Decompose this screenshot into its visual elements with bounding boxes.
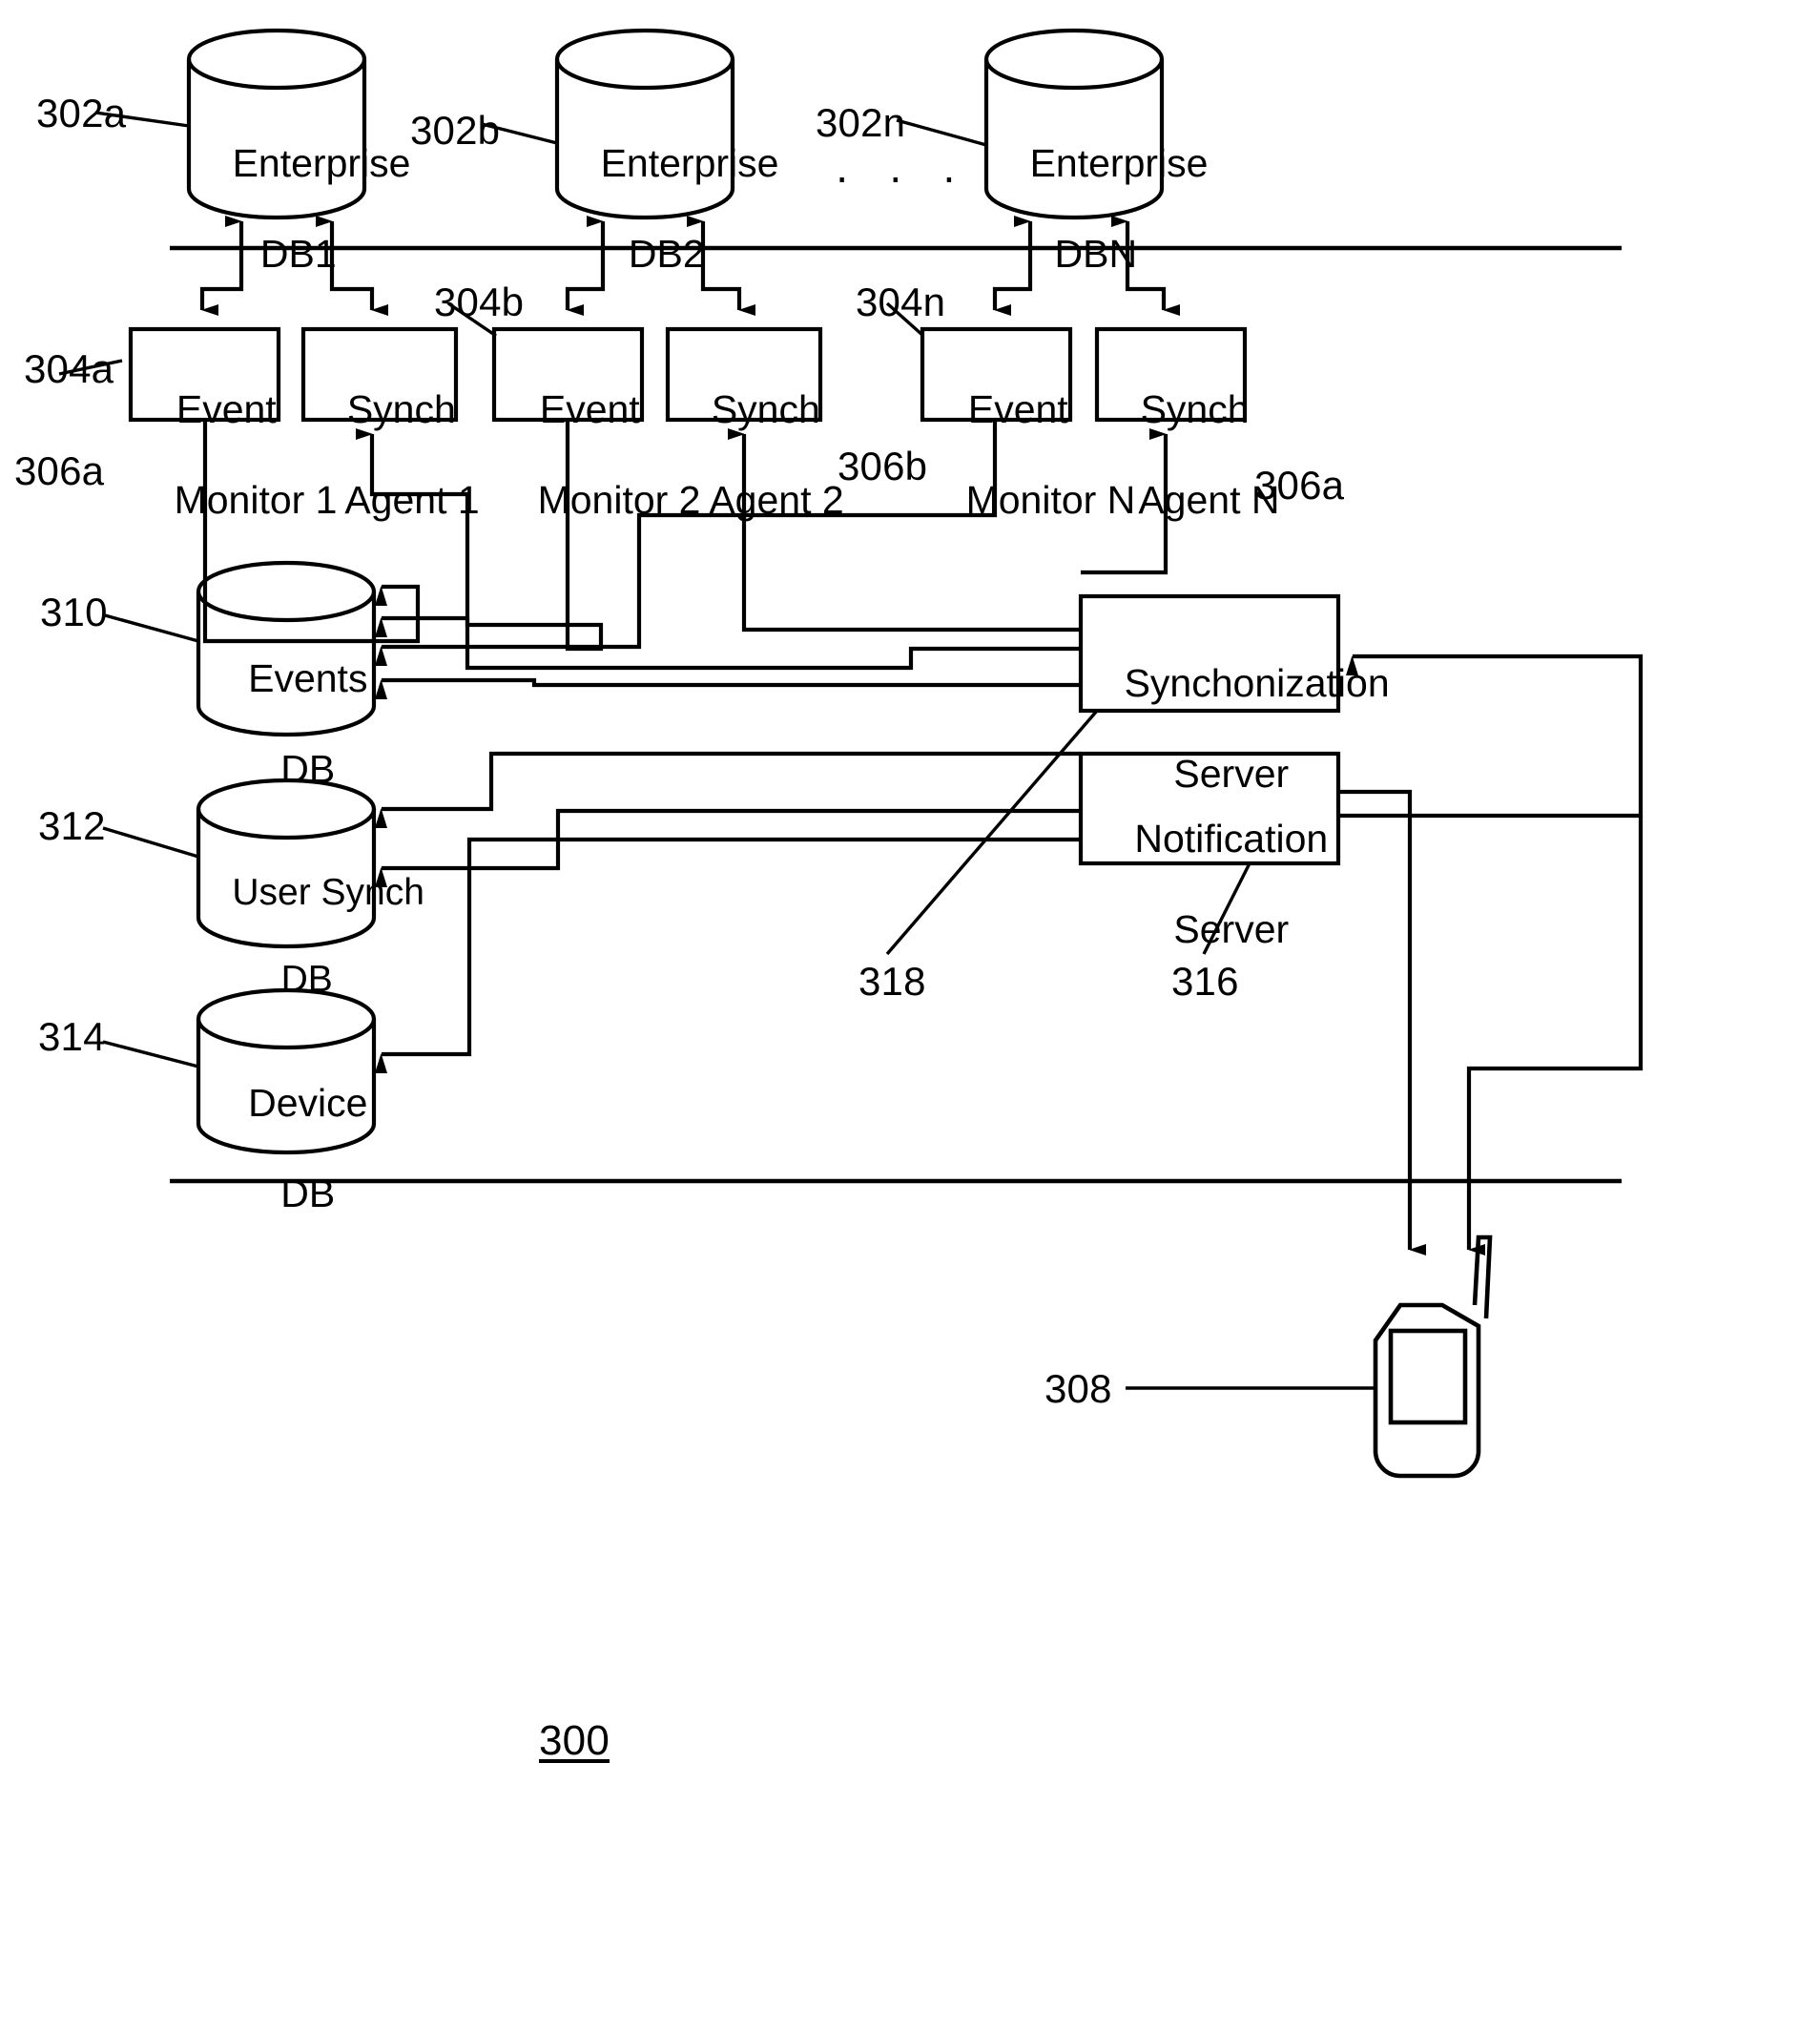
- enterprise-db-2-label: Enterprise DB2: [557, 95, 779, 322]
- user-synch-db-line1: User Synch: [232, 872, 424, 914]
- ref-308: 308: [1044, 1366, 1112, 1411]
- enterprise-db-2-line1: Enterprise: [600, 140, 779, 185]
- synch-agent-2-label: Synch Agent 2: [668, 342, 843, 569]
- ref-306b: 306b: [838, 444, 928, 488]
- enterprise-db-1-label: Enterprise DB1: [189, 95, 411, 322]
- ref-314: 314: [38, 1014, 106, 1059]
- device-db-line2: DB: [280, 1171, 336, 1215]
- ellipsis-indicator: · · ·: [835, 152, 970, 201]
- ref-304n: 304n: [856, 280, 946, 324]
- events-db-line2: DB: [280, 746, 336, 791]
- user-synch-db-label: User Synch DB: [191, 828, 424, 1044]
- device-db-line1: Device: [248, 1080, 368, 1125]
- event-monitor-n-line1: Event: [967, 386, 1068, 431]
- device-db-label: Device DB: [198, 1035, 374, 1262]
- notification-server-line1: Notification: [1134, 816, 1329, 861]
- ref-310: 310: [40, 590, 108, 634]
- event-monitor-2-label: Event Monitor 2: [494, 342, 701, 569]
- event-monitor-1-line1: Event: [176, 386, 277, 431]
- synch-agent-2-line1: Synch: [711, 386, 820, 431]
- events-db-line1: Events: [248, 655, 368, 700]
- leader-314: [102, 1040, 199, 1068]
- synch-agent-2-line2: Agent 2: [709, 477, 844, 522]
- mobile-device-shape: [1373, 1234, 1493, 1479]
- event-monitor-n-label: Event Monitor N: [922, 342, 1136, 569]
- synch-agent-n-line1: Synch: [1140, 386, 1250, 431]
- wire-sync-to-device: [1466, 816, 1644, 1255]
- enterprise-db-2-line2: DB2: [628, 231, 705, 276]
- enterprise-db-1-line2: DB1: [259, 231, 337, 276]
- ref-304b: 304b: [434, 280, 525, 324]
- synch-agent-1-line2: Agent 1: [344, 477, 480, 522]
- enterprise-db-n-label: Enterprise DBN: [986, 95, 1209, 322]
- event-monitor-2-line1: Event: [539, 386, 640, 431]
- ref-318: 318: [858, 959, 926, 1004]
- synch-agent-1-label: Synch Agent 1: [303, 342, 479, 569]
- ref-306a-left: 306a: [14, 448, 105, 493]
- wire-to-user-synch-db-1: [375, 751, 1081, 828]
- ref-304a: 304a: [24, 346, 114, 391]
- ref-316: 316: [1171, 959, 1239, 1004]
- leader-312: [102, 826, 199, 859]
- leader-302n: [896, 118, 987, 147]
- synch-agent-1-line1: Synch: [346, 386, 456, 431]
- patent-figure-300: Enterprise DB1 Enterprise DB2 Enterprise…: [0, 0, 1820, 2033]
- figure-number: 300: [539, 1717, 610, 1764]
- synch-agent-n-label: Synch Agent N: [1097, 342, 1279, 569]
- wire-sync-server-to-events-db: [375, 677, 1081, 699]
- enterprise-db-1-line1: Enterprise: [232, 140, 411, 185]
- ref-302b: 302b: [410, 108, 501, 153]
- wire-to-device-db: [375, 837, 1081, 1073]
- leader-318: [885, 709, 1099, 956]
- notification-server-line2: Server: [1173, 906, 1290, 951]
- user-synch-db-line2: DB: [280, 958, 333, 1000]
- enterprise-db-n-line1: Enterprise: [1029, 140, 1209, 185]
- leader-310: [104, 613, 199, 643]
- synchonization-server-line1: Synchonization: [1124, 660, 1390, 705]
- event-monitor-1-label: Event Monitor 1: [131, 342, 338, 569]
- ref-302n: 302n: [816, 100, 906, 145]
- ref-312: 312: [38, 803, 106, 848]
- enterprise-db-n-line2: DBN: [1054, 231, 1138, 276]
- ref-306a-right: 306a: [1254, 463, 1345, 508]
- events-db-label: Events DB: [198, 611, 374, 838]
- ref-302a: 302a: [36, 91, 127, 135]
